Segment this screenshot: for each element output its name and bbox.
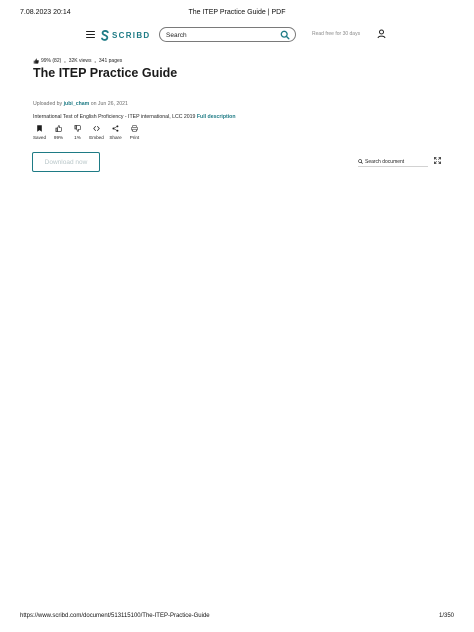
user-icon[interactable] bbox=[377, 29, 386, 39]
fullscreen-icon[interactable] bbox=[434, 157, 441, 164]
views-count: 32K views bbox=[68, 58, 92, 64]
document-search[interactable] bbox=[358, 157, 428, 167]
uploader-link[interactable]: jubi_cham bbox=[64, 101, 90, 107]
print-page-number: 1/350 bbox=[438, 613, 454, 619]
uploaded-prefix: Uploaded by bbox=[33, 101, 63, 107]
share-label: Share bbox=[109, 135, 122, 140]
print-footer: https://www.scribd.com/document/51311510… bbox=[20, 613, 454, 623]
search-icon[interactable] bbox=[280, 30, 290, 40]
menu-icon[interactable] bbox=[86, 31, 95, 39]
thumbs-down-icon bbox=[74, 125, 81, 132]
upload-info: Uploaded by jubi_cham on Jun 26, 2021 bbox=[33, 101, 128, 107]
rating-text: 99% (82) bbox=[41, 58, 62, 64]
share-button[interactable]: Share bbox=[106, 125, 125, 140]
document-description: International Test of English Proficienc… bbox=[33, 114, 236, 120]
logo-text: SCRIBD bbox=[112, 30, 151, 40]
embed-button[interactable]: Embed bbox=[87, 125, 106, 140]
save-button[interactable]: Saved bbox=[30, 125, 49, 140]
separator-dot: • bbox=[64, 58, 66, 64]
print-button[interactable]: Print bbox=[125, 125, 144, 140]
share-icon bbox=[112, 125, 119, 132]
upvote-label: 99% bbox=[53, 135, 64, 140]
embed-label: Embed bbox=[89, 135, 104, 140]
search-input[interactable] bbox=[166, 30, 276, 40]
document-stats: 99% (82) • 32K views • 341 pages bbox=[33, 58, 122, 64]
scribd-logo-icon bbox=[101, 29, 109, 41]
search-box[interactable] bbox=[159, 27, 296, 42]
full-description-link[interactable]: Full description bbox=[197, 114, 236, 120]
print-title: The ITEP Practice Guide | PDF bbox=[188, 9, 286, 16]
downvote-label: 1% bbox=[74, 135, 81, 140]
page-count: 341 pages bbox=[98, 58, 123, 64]
document-search-input[interactable] bbox=[365, 158, 425, 165]
downvote-button[interactable]: 1% bbox=[68, 125, 87, 140]
separator-dot: • bbox=[94, 58, 96, 64]
bookmark-icon bbox=[37, 125, 42, 132]
document-title: The ITEP Practice Guide bbox=[33, 66, 178, 80]
print-url: https://www.scribd.com/document/51311510… bbox=[20, 613, 210, 619]
upvote-button[interactable]: 99% bbox=[49, 125, 68, 140]
print-label: Print bbox=[129, 135, 140, 140]
thumbs-up-icon bbox=[55, 125, 62, 132]
thumbs-up-icon bbox=[33, 58, 39, 64]
save-label: Saved bbox=[32, 135, 47, 140]
embed-icon bbox=[93, 125, 100, 132]
description-text: International Test of English Proficienc… bbox=[33, 114, 196, 120]
print-header: 7.08.2023 20:14 The ITEP Practice Guide … bbox=[20, 9, 454, 21]
print-icon bbox=[131, 125, 138, 132]
action-toolbar: Saved 99% 1% Embed Share Print bbox=[30, 125, 144, 140]
scribd-logo[interactable]: SCRIBD bbox=[101, 28, 150, 42]
download-button[interactable]: Download now bbox=[32, 152, 100, 172]
read-free-link[interactable]: Read free for 30 days bbox=[312, 31, 360, 37]
search-icon bbox=[358, 159, 363, 164]
top-nav-bar: SCRIBD Read free for 30 days bbox=[0, 24, 474, 46]
uploaded-date: on Jun 26, 2021 bbox=[90, 101, 128, 107]
